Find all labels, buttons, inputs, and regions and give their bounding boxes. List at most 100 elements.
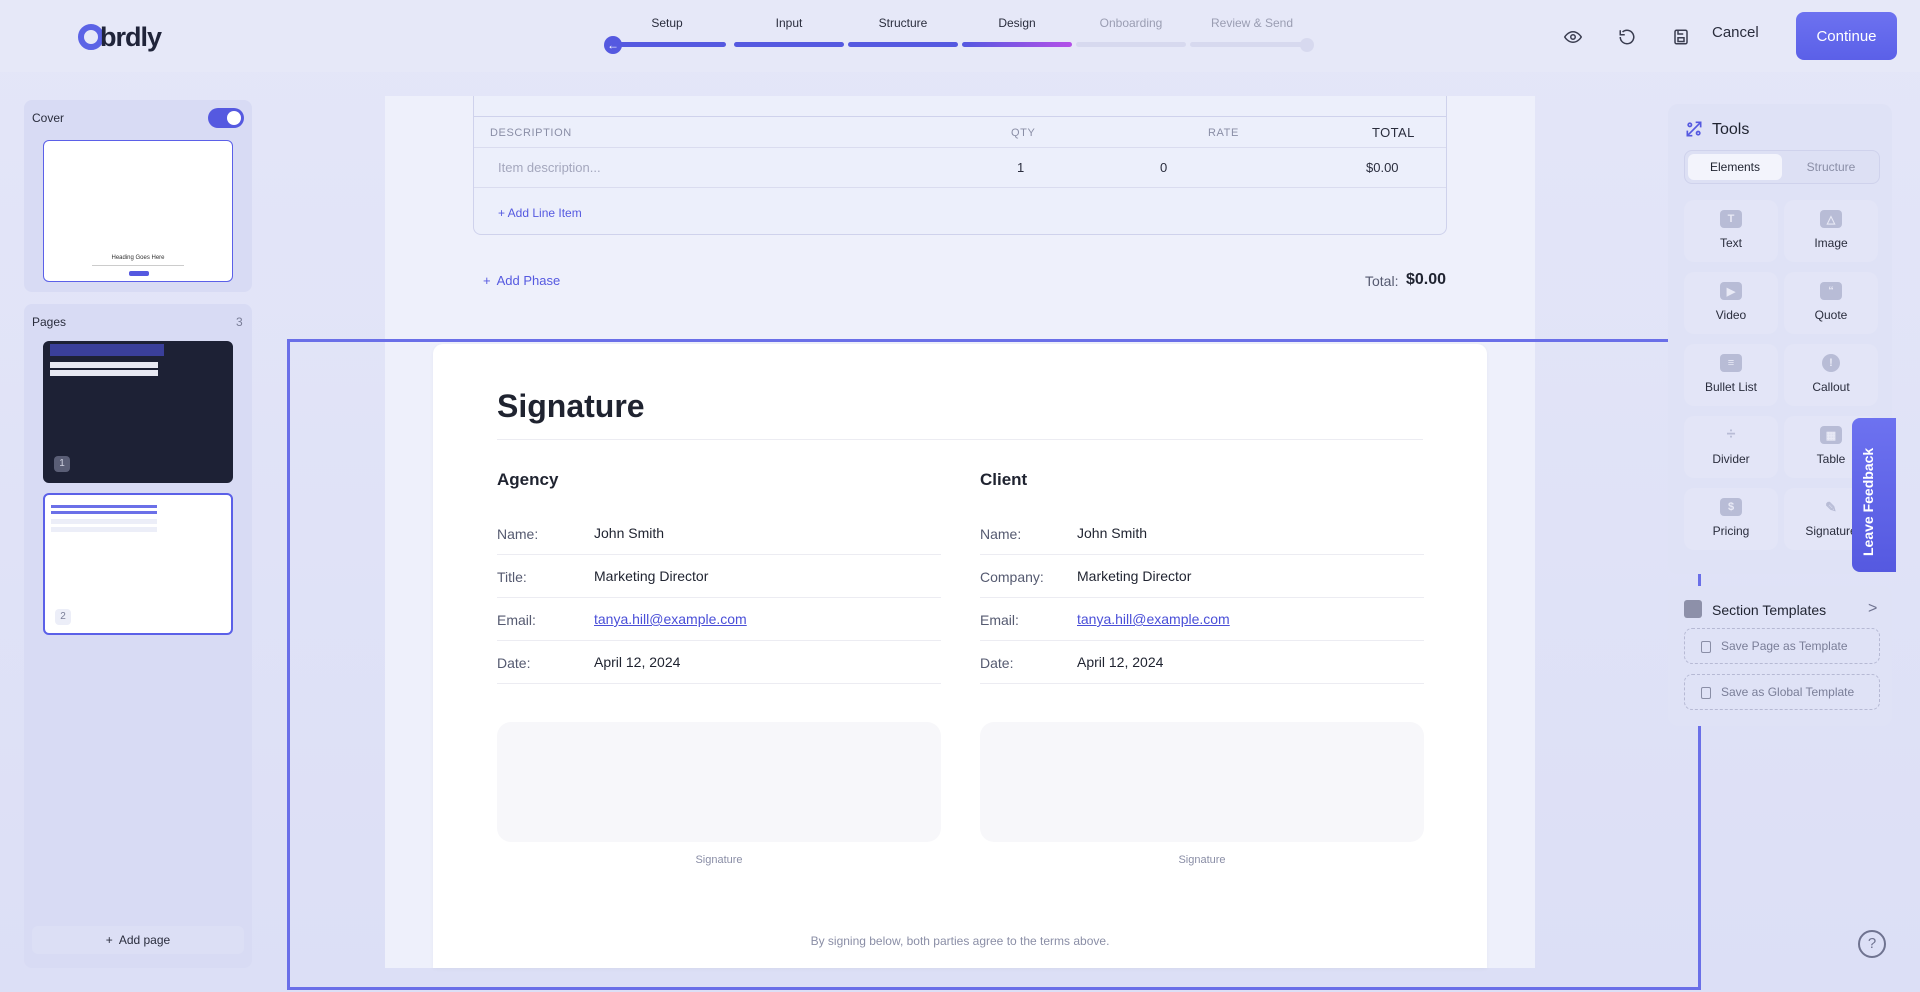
selection-frame	[287, 339, 1701, 990]
tab-elements[interactable]: Elements	[1688, 154, 1782, 180]
item-qty[interactable]: 1	[1017, 160, 1024, 175]
thumb-row	[51, 505, 157, 508]
tool-video[interactable]: ▶ Video	[1684, 272, 1778, 334]
document-icon	[1701, 641, 1711, 653]
step-bar-setup	[610, 42, 726, 47]
tool-label: Text	[1719, 236, 1742, 250]
total-label: Total:	[1365, 273, 1399, 289]
tab-structure[interactable]: Structure	[1784, 154, 1878, 180]
item-description-input[interactable]: Item description...	[498, 160, 601, 175]
step-bar-onboarding	[1076, 42, 1186, 47]
quote-icon: “	[1820, 282, 1842, 300]
cover-thumbnail-button	[129, 271, 149, 276]
thumb-row	[51, 519, 157, 524]
divider-icon: ÷	[1726, 426, 1736, 443]
tool-pricing[interactable]: $ Pricing	[1684, 488, 1778, 550]
cover-thumbnail-heading: Heading Goes Here	[111, 255, 165, 261]
add-line-item-button[interactable]: + Add Line Item	[498, 206, 582, 220]
back-arrow-icon[interactable]: ←	[604, 36, 622, 54]
tool-label: Quote	[1814, 308, 1848, 322]
thumb-row	[50, 370, 158, 376]
tool-bullet-list[interactable]: ≡ Bullet List	[1684, 344, 1778, 406]
total-value: $0.00	[1406, 271, 1447, 288]
undo-icon[interactable]	[1612, 22, 1642, 52]
tools-tab-switch: Elements Structure	[1684, 150, 1880, 184]
cover-toggle[interactable]	[208, 108, 244, 128]
tool-callout[interactable]: ! Callout	[1784, 344, 1878, 406]
tool-label: Pricing	[1712, 524, 1750, 538]
progress-stepper: Setup Input Structure Design Onboarding …	[604, 16, 1316, 54]
chevron-right-icon[interactable]: >	[1868, 600, 1877, 618]
step-end-dot	[1300, 38, 1314, 52]
tool-text[interactable]: T Text	[1684, 200, 1778, 262]
template-icon	[1684, 600, 1702, 618]
save-page-template-button[interactable]: Save Page as Template	[1684, 628, 1880, 664]
page-number-badge: 1	[54, 456, 70, 472]
pages-count: 3	[236, 315, 243, 329]
section-templates-title: Section Templates	[1712, 602, 1827, 618]
page-thumbnail-2[interactable]: 2	[43, 493, 233, 635]
step-setup[interactable]: Setup	[651, 16, 682, 30]
step-input[interactable]: Input	[776, 16, 803, 30]
step-bar-input	[734, 42, 844, 47]
signature-icon: ✎	[1825, 498, 1837, 515]
cancel-button[interactable]: Cancel	[1712, 24, 1759, 41]
tool-image[interactable]: △ Image	[1784, 200, 1878, 262]
cover-label: Cover	[32, 111, 65, 125]
add-page-label: Add page	[118, 933, 171, 947]
document-icon	[1701, 687, 1711, 699]
top-bar: brdly Setup Input Structure Design Onboa…	[0, 0, 1920, 72]
col-rate: RATE	[1208, 127, 1239, 139]
tool-label: Bullet List	[1704, 380, 1758, 394]
tool-divider[interactable]: ÷ Divider	[1684, 416, 1778, 478]
save-global-template-button[interactable]: Save as Global Template	[1684, 674, 1880, 710]
step-review-send[interactable]: Review & Send	[1211, 16, 1293, 30]
line-items-table: DESCRIPTION QTY RATE TOTAL Item descript…	[473, 96, 1447, 235]
save-page-template-label: Save Page as Template	[1721, 639, 1848, 653]
thumb-row	[51, 511, 157, 514]
tool-label: Divider	[1712, 452, 1750, 466]
callout-icon: !	[1822, 354, 1840, 372]
pricing-icon: $	[1720, 498, 1742, 516]
page-thumbnail-1[interactable]: 1	[43, 341, 233, 483]
table-icon: ▦	[1820, 426, 1842, 444]
video-icon: ▶	[1720, 282, 1742, 300]
save-global-template-label: Save as Global Template	[1721, 685, 1855, 699]
save-icon[interactable]	[1666, 22, 1696, 52]
item-rate[interactable]: 0	[1160, 160, 1167, 175]
app-logo[interactable]: brdly	[78, 20, 162, 54]
tool-label: Image	[1814, 236, 1848, 250]
plus-icon: +	[105, 933, 113, 947]
step-bar-structure	[848, 42, 958, 47]
leave-feedback-tab[interactable]: Leave Feedback	[1852, 418, 1896, 572]
eye-icon[interactable]	[1558, 22, 1588, 52]
step-bar-review	[1190, 42, 1306, 47]
tools-icon	[1684, 119, 1704, 144]
tool-label: Callout	[1812, 380, 1850, 394]
step-structure[interactable]: Structure	[879, 16, 928, 30]
tool-quote[interactable]: “ Quote	[1784, 272, 1878, 334]
step-onboarding[interactable]: Onboarding	[1100, 16, 1163, 30]
cover-thumbnail-divider	[92, 265, 184, 266]
leave-feedback-label: Leave Feedback	[1860, 447, 1876, 556]
pages-label: Pages	[32, 315, 67, 329]
table-header: DESCRIPTION QTY RATE TOTAL	[474, 116, 1446, 148]
table-row[interactable]: Item description... 1 0 $0.00	[474, 148, 1446, 188]
help-icon[interactable]: ?	[1858, 930, 1886, 958]
thumb-row	[50, 362, 158, 368]
step-design[interactable]: Design	[998, 16, 1035, 30]
continue-button[interactable]: Continue	[1796, 12, 1897, 60]
add-page-button[interactable]: + Add page	[32, 926, 244, 954]
col-qty: QTY	[1011, 127, 1036, 139]
item-total: $0.00	[1366, 160, 1399, 175]
thumb-row	[51, 527, 157, 532]
step-bar-design	[962, 42, 1072, 47]
plus-icon: +	[483, 273, 491, 288]
add-phase-button[interactable]: + Add Phase	[483, 273, 560, 288]
tools-title: Tools	[1712, 121, 1750, 138]
image-icon: △	[1820, 210, 1842, 228]
cover-thumbnail[interactable]: Heading Goes Here	[43, 140, 233, 282]
logo-text: brdly	[100, 21, 162, 52]
bullet-list-icon: ≡	[1720, 354, 1742, 372]
add-phase-label: Add Phase	[496, 273, 561, 288]
